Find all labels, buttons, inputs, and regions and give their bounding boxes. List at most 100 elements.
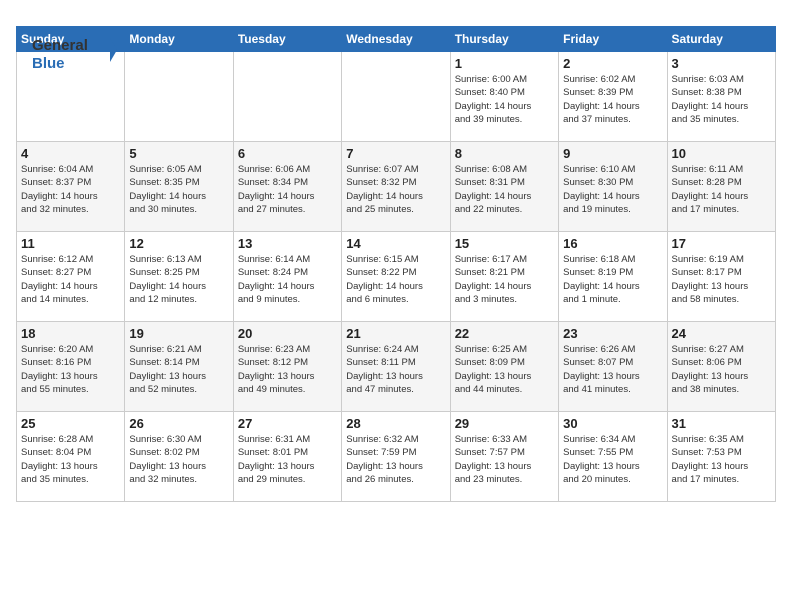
day-info: Sunrise: 6:05 AM Sunset: 8:35 PM Dayligh… <box>129 163 228 216</box>
day-number: 15 <box>455 236 554 251</box>
calendar-cell <box>233 52 341 142</box>
day-number: 30 <box>563 416 662 431</box>
day-info: Sunrise: 6:25 AM Sunset: 8:09 PM Dayligh… <box>455 343 554 396</box>
calendar-cell: 23 Sunrise: 6:26 AM Sunset: 8:07 PM Dayli… <box>559 322 667 412</box>
day-info: Sunrise: 6:08 AM Sunset: 8:31 PM Dayligh… <box>455 163 554 216</box>
calendar-cell: 8 Sunrise: 6:08 AM Sunset: 8:31 PM Daylig… <box>450 142 558 232</box>
calendar-table: SundayMondayTuesdayWednesdayThursdayFrid… <box>16 26 776 502</box>
day-number: 7 <box>346 146 445 161</box>
calendar-cell: 13 Sunrise: 6:14 AM Sunset: 8:24 PM Dayli… <box>233 232 341 322</box>
calendar-cell: 16 Sunrise: 6:18 AM Sunset: 8:19 PM Dayli… <box>559 232 667 322</box>
calendar-cell: 6Sunrise: 6:06 AM Sunset: 8:34 PM Daylig… <box>233 142 341 232</box>
day-info: Sunrise: 6:15 AM Sunset: 8:22 PM Dayligh… <box>346 253 445 306</box>
calendar-cell: 27 Sunrise: 6:31 AM Sunset: 8:01 PM Dayli… <box>233 412 341 502</box>
calendar-cell: 25Sunrise: 6:28 AM Sunset: 8:04 PM Dayli… <box>17 412 125 502</box>
calendar-cell: 2 Sunrise: 6:02 AM Sunset: 8:39 PM Daylig… <box>559 52 667 142</box>
day-number: 14 <box>346 236 445 251</box>
day-number: 10 <box>672 146 771 161</box>
day-info: Sunrise: 6:31 AM Sunset: 8:01 PM Dayligh… <box>238 433 337 486</box>
day-info: Sunrise: 6:07 AM Sunset: 8:32 PM Dayligh… <box>346 163 445 216</box>
calendar-cell: 31 Sunrise: 6:35 AM Sunset: 7:53 PM Dayli… <box>667 412 775 502</box>
day-number: 21 <box>346 326 445 341</box>
calendar-cell: 14 Sunrise: 6:15 AM Sunset: 8:22 PM Dayli… <box>342 232 450 322</box>
day-info: Sunrise: 6:35 AM Sunset: 7:53 PM Dayligh… <box>672 433 771 486</box>
day-number: 23 <box>563 326 662 341</box>
calendar-cell: 20 Sunrise: 6:23 AM Sunset: 8:12 PM Dayli… <box>233 322 341 412</box>
day-number: 5 <box>129 146 228 161</box>
day-number: 12 <box>129 236 228 251</box>
calendar-cell <box>125 52 233 142</box>
day-number: 29 <box>455 416 554 431</box>
calendar-cell: 12 Sunrise: 6:13 AM Sunset: 8:25 PM Dayli… <box>125 232 233 322</box>
day-info: Sunrise: 6:32 AM Sunset: 7:59 PM Dayligh… <box>346 433 445 486</box>
calendar-cell: 21Sunrise: 6:24 AM Sunset: 8:11 PM Dayli… <box>342 322 450 412</box>
day-info: Sunrise: 6:28 AM Sunset: 8:04 PM Dayligh… <box>21 433 120 486</box>
day-number: 18 <box>21 326 120 341</box>
day-number: 8 <box>455 146 554 161</box>
day-info: Sunrise: 6:13 AM Sunset: 8:25 PM Dayligh… <box>129 253 228 306</box>
calendar-cell: 26 Sunrise: 6:30 AM Sunset: 8:02 PM Dayli… <box>125 412 233 502</box>
day-number: 19 <box>129 326 228 341</box>
weekday-header-tuesday: Tuesday <box>233 27 341 52</box>
calendar-cell: 11 Sunrise: 6:12 AM Sunset: 8:27 PM Dayli… <box>17 232 125 322</box>
calendar-week-2: 4Sunrise: 6:04 AM Sunset: 8:37 PM Daylig… <box>17 142 776 232</box>
day-info: Sunrise: 6:30 AM Sunset: 8:02 PM Dayligh… <box>129 433 228 486</box>
calendar-cell: 5 Sunrise: 6:05 AM Sunset: 8:35 PM Daylig… <box>125 142 233 232</box>
day-number: 27 <box>238 416 337 431</box>
day-number: 13 <box>238 236 337 251</box>
calendar-week-1: 1 Sunrise: 6:00 AM Sunset: 8:40 PM Daylig… <box>17 52 776 142</box>
day-number: 17 <box>672 236 771 251</box>
day-info: Sunrise: 6:27 AM Sunset: 8:06 PM Dayligh… <box>672 343 771 396</box>
day-info: Sunrise: 6:23 AM Sunset: 8:12 PM Dayligh… <box>238 343 337 396</box>
logo-svg: General Blue <box>32 32 117 77</box>
calendar-cell: 29Sunrise: 6:33 AM Sunset: 7:57 PM Dayli… <box>450 412 558 502</box>
calendar-cell: 9 Sunrise: 6:10 AM Sunset: 8:30 PM Daylig… <box>559 142 667 232</box>
day-info: Sunrise: 6:20 AM Sunset: 8:16 PM Dayligh… <box>21 343 120 396</box>
logo: General Blue <box>32 32 117 77</box>
day-number: 31 <box>672 416 771 431</box>
day-number: 2 <box>563 56 662 71</box>
calendar-cell: 17 Sunrise: 6:19 AM Sunset: 8:17 PM Dayli… <box>667 232 775 322</box>
day-number: 6 <box>238 146 337 161</box>
calendar-cell: 1 Sunrise: 6:00 AM Sunset: 8:40 PM Daylig… <box>450 52 558 142</box>
day-info: Sunrise: 6:11 AM Sunset: 8:28 PM Dayligh… <box>672 163 771 216</box>
day-info: Sunrise: 6:03 AM Sunset: 8:38 PM Dayligh… <box>672 73 771 126</box>
day-info: Sunrise: 6:18 AM Sunset: 8:19 PM Dayligh… <box>563 253 662 306</box>
day-info: Sunrise: 6:34 AM Sunset: 7:55 PM Dayligh… <box>563 433 662 486</box>
day-info: Sunrise: 6:19 AM Sunset: 8:17 PM Dayligh… <box>672 253 771 306</box>
day-info: Sunrise: 6:14 AM Sunset: 8:24 PM Dayligh… <box>238 253 337 306</box>
day-number: 26 <box>129 416 228 431</box>
day-info: Sunrise: 6:12 AM Sunset: 8:27 PM Dayligh… <box>21 253 120 306</box>
day-info: Sunrise: 6:17 AM Sunset: 8:21 PM Dayligh… <box>455 253 554 306</box>
weekday-header-friday: Friday <box>559 27 667 52</box>
day-number: 11 <box>21 236 120 251</box>
calendar-cell <box>342 52 450 142</box>
day-number: 20 <box>238 326 337 341</box>
calendar-week-3: 11 Sunrise: 6:12 AM Sunset: 8:27 PM Dayli… <box>17 232 776 322</box>
day-number: 9 <box>563 146 662 161</box>
calendar-cell: 10 Sunrise: 6:11 AM Sunset: 8:28 PM Dayli… <box>667 142 775 232</box>
day-info: Sunrise: 6:04 AM Sunset: 8:37 PM Dayligh… <box>21 163 120 216</box>
svg-text:Blue: Blue <box>32 55 65 72</box>
calendar-cell: 3 Sunrise: 6:03 AM Sunset: 8:38 PM Daylig… <box>667 52 775 142</box>
weekday-header-row: SundayMondayTuesdayWednesdayThursdayFrid… <box>17 27 776 52</box>
day-info: Sunrise: 6:10 AM Sunset: 8:30 PM Dayligh… <box>563 163 662 216</box>
day-number: 16 <box>563 236 662 251</box>
weekday-header-monday: Monday <box>125 27 233 52</box>
day-info: Sunrise: 6:21 AM Sunset: 8:14 PM Dayligh… <box>129 343 228 396</box>
calendar-cell: 4Sunrise: 6:04 AM Sunset: 8:37 PM Daylig… <box>17 142 125 232</box>
weekday-header-thursday: Thursday <box>450 27 558 52</box>
day-number: 28 <box>346 416 445 431</box>
calendar-cell: 24 Sunrise: 6:27 AM Sunset: 8:06 PM Dayli… <box>667 322 775 412</box>
day-info: Sunrise: 6:02 AM Sunset: 8:39 PM Dayligh… <box>563 73 662 126</box>
calendar-cell: 19 Sunrise: 6:21 AM Sunset: 8:14 PM Dayli… <box>125 322 233 412</box>
calendar-cell: 22Sunrise: 6:25 AM Sunset: 8:09 PM Dayli… <box>450 322 558 412</box>
day-info: Sunrise: 6:00 AM Sunset: 8:40 PM Dayligh… <box>455 73 554 126</box>
day-info: Sunrise: 6:26 AM Sunset: 8:07 PM Dayligh… <box>563 343 662 396</box>
day-number: 3 <box>672 56 771 71</box>
calendar-cell: 18 Sunrise: 6:20 AM Sunset: 8:16 PM Dayli… <box>17 322 125 412</box>
day-number: 24 <box>672 326 771 341</box>
calendar-cell: 30 Sunrise: 6:34 AM Sunset: 7:55 PM Dayli… <box>559 412 667 502</box>
day-number: 1 <box>455 56 554 71</box>
svg-text:General: General <box>32 37 88 54</box>
